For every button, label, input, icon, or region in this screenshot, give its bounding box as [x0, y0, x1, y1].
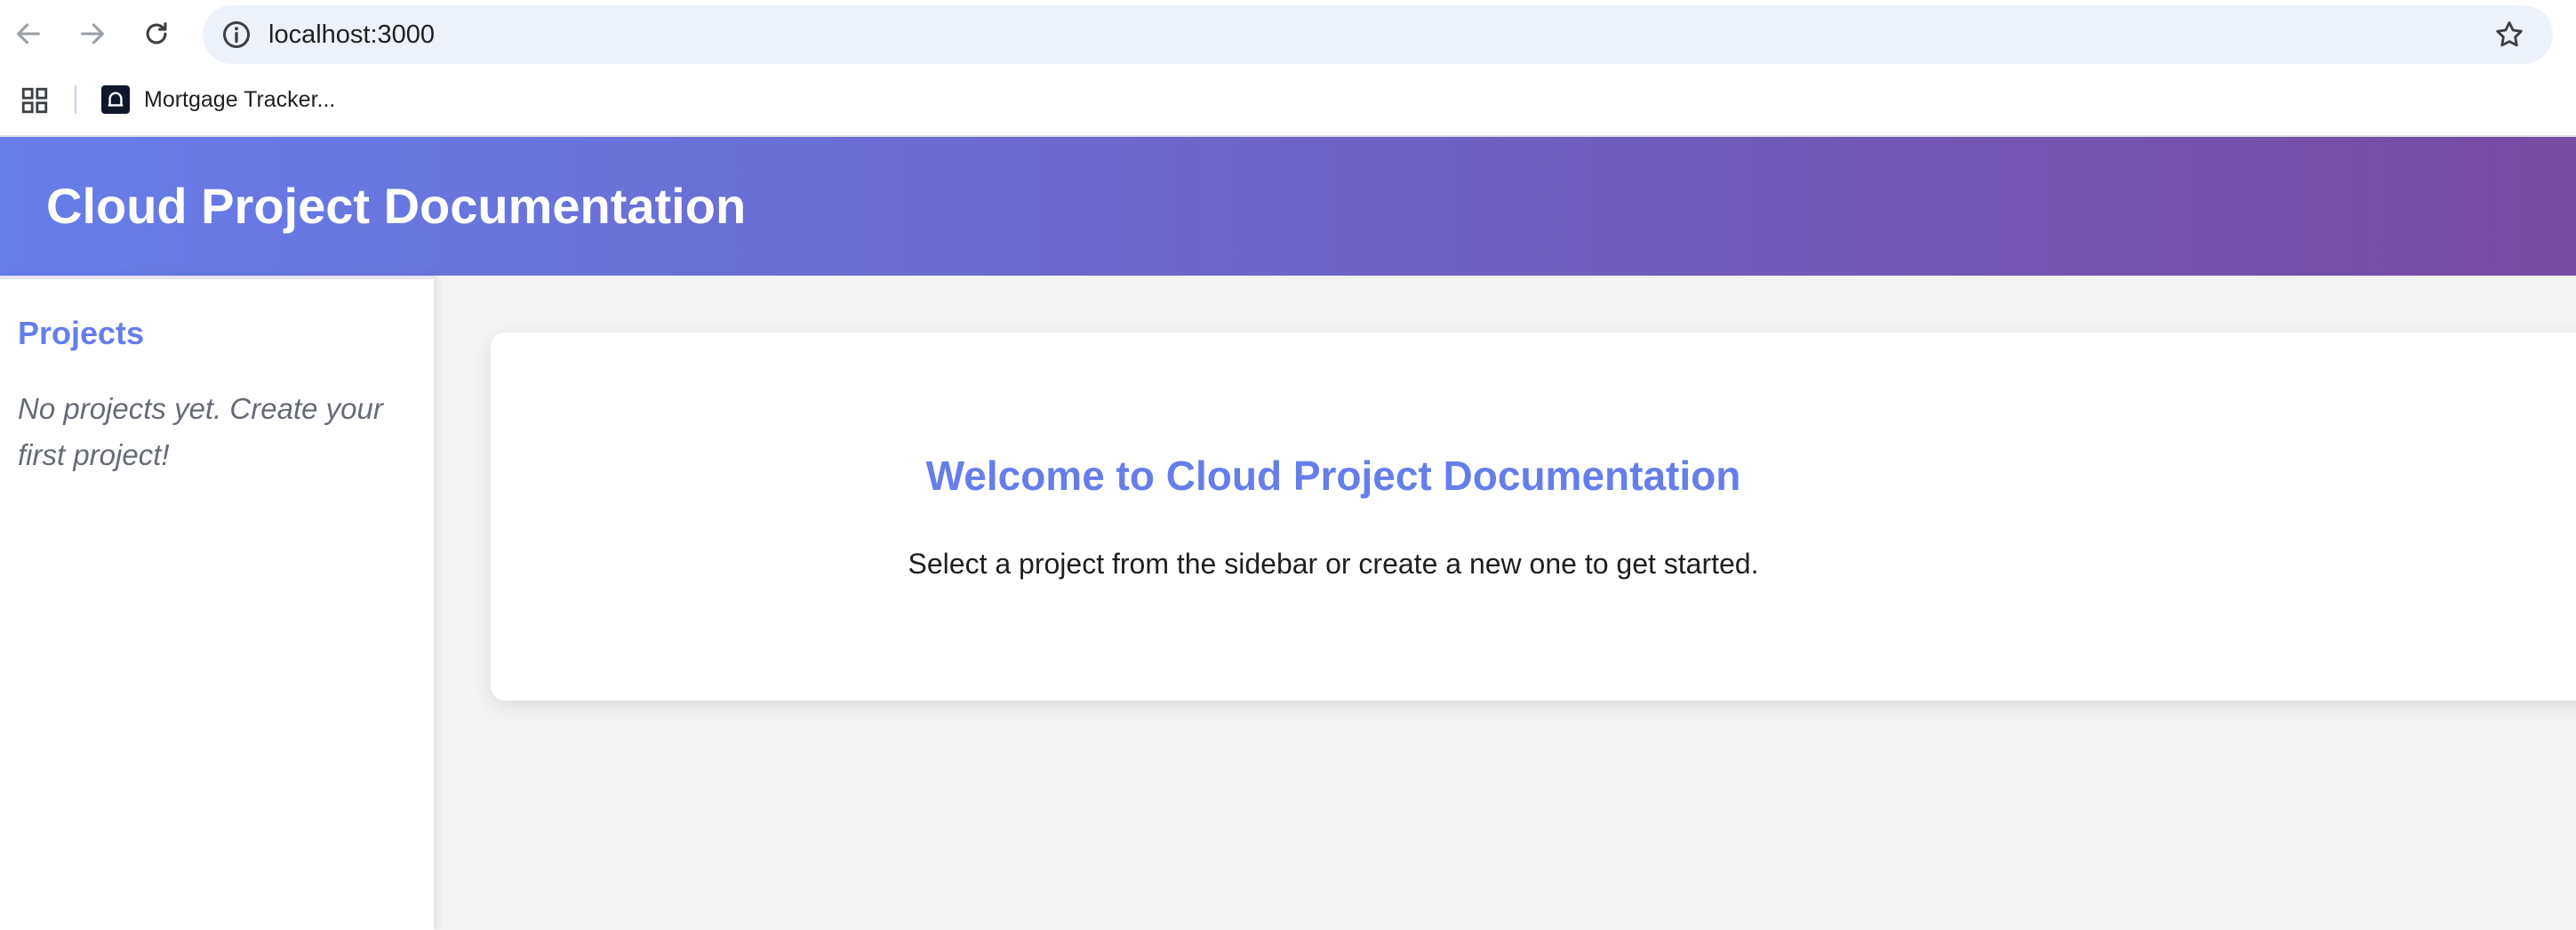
- info-circle-icon[interactable]: [220, 19, 252, 51]
- reload-icon: [146, 22, 167, 44]
- welcome-card: Welcome to Cloud Project Documentation S…: [491, 333, 2576, 701]
- browser-chrome: localhost:3000 Mortgage Tracker...: [0, 0, 2576, 137]
- bookmarks-bar: Mortgage Tracker...: [0, 78, 2576, 121]
- app-title: Cloud Project Documentation: [46, 178, 747, 234]
- arrow-left-icon: [17, 23, 40, 44]
- sidebar-heading: Projects: [18, 315, 145, 351]
- welcome-title: Welcome to Cloud Project Documentation: [925, 453, 1741, 499]
- star-icon[interactable]: [2492, 18, 2526, 52]
- welcome-subtitle: Select a project from the sidebar or cre…: [908, 548, 1759, 580]
- apps-grid-icon[interactable]: [20, 85, 50, 116]
- bookmark-favicon-icon: [101, 85, 130, 114]
- address-bar[interactable]: localhost:3000: [203, 5, 2553, 64]
- arrow-right-icon: [81, 23, 104, 44]
- app-header: Cloud Project Documentation: [0, 137, 2576, 276]
- bookmark-item[interactable]: Mortgage Tracker...: [101, 84, 335, 116]
- reload-button[interactable]: [135, 12, 178, 55]
- url-text[interactable]: localhost:3000: [268, 20, 435, 49]
- empty-projects-message: No projects yet. Create your first proje…: [18, 392, 383, 471]
- back-button[interactable]: [7, 12, 50, 55]
- forward-button[interactable]: [71, 12, 114, 55]
- main-content: Welcome to Cloud Project Documentation S…: [434, 276, 2576, 930]
- sidebar: Projects No projects yet. Create your fi…: [0, 276, 434, 930]
- bookmark-label: Mortgage Tracker...: [144, 86, 336, 112]
- bookmarks-divider: [75, 85, 76, 114]
